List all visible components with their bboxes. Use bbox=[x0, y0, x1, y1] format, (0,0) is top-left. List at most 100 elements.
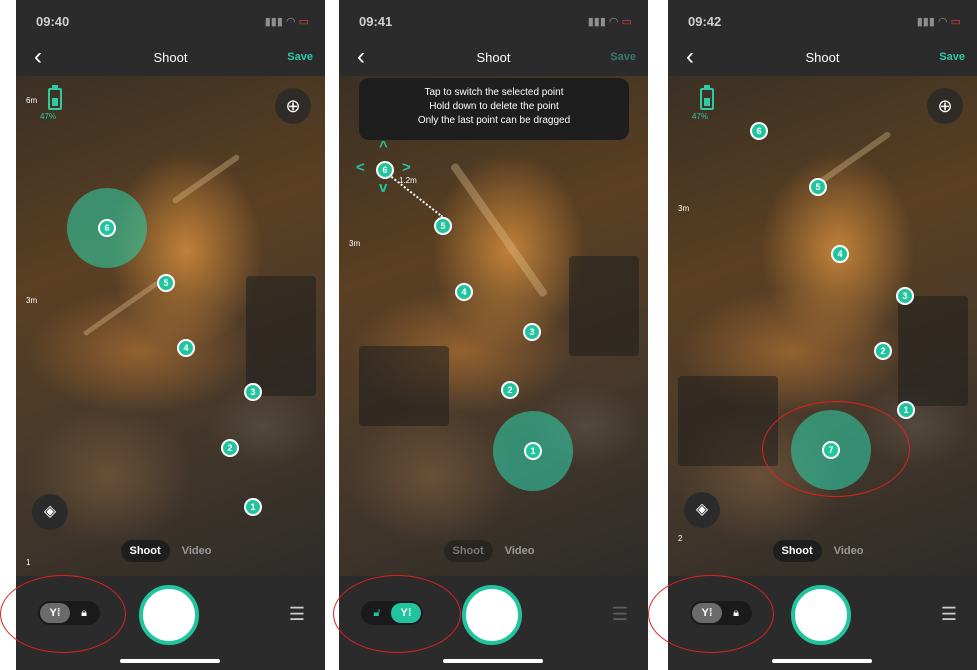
recenter-button[interactable]: ⊕ bbox=[275, 88, 311, 124]
mode-switch: Shoot Video bbox=[339, 540, 648, 562]
layers-button[interactable]: ◈ bbox=[684, 492, 720, 528]
scale-label-mid: 3m bbox=[349, 239, 361, 248]
waypoint-3[interactable]: 3 bbox=[523, 323, 541, 341]
waypoint-2[interactable]: 2 bbox=[221, 439, 239, 457]
page-title: Shoot bbox=[805, 50, 840, 65]
mode-switch: Shoot Video bbox=[16, 540, 325, 562]
map-texture bbox=[569, 256, 639, 356]
map-texture bbox=[898, 296, 968, 406]
mode-switch: Shoot Video bbox=[668, 540, 977, 562]
page-title: Shoot bbox=[153, 50, 188, 65]
recenter-button[interactable]: ⊕ bbox=[927, 88, 963, 124]
battery-low-icon: ▭ bbox=[621, 16, 632, 28]
waypoint-3[interactable]: 3 bbox=[244, 383, 262, 401]
drag-up-icon: ^ bbox=[379, 138, 388, 155]
battery-low-icon: ▭ bbox=[950, 16, 961, 28]
scale-label-mid: 3m bbox=[678, 204, 690, 213]
map-texture bbox=[814, 130, 892, 188]
home-indicator bbox=[120, 659, 220, 663]
point-cloud-map[interactable]: Tap to switch the selected point Hold do… bbox=[339, 76, 648, 576]
annotation-circle bbox=[648, 575, 774, 653]
waypoint-2[interactable]: 2 bbox=[874, 342, 892, 360]
status-time: 09:40 bbox=[36, 14, 70, 29]
map-texture bbox=[359, 346, 449, 426]
status-icons: ▮▮▮ ◠ ▭ bbox=[264, 16, 309, 28]
save-button[interactable]: Save bbox=[610, 51, 636, 63]
status-icons: ▮▮▮ ◠ ▭ bbox=[587, 16, 632, 28]
drone-battery-icon bbox=[48, 85, 62, 110]
crosshair-icon: ⊕ bbox=[937, 96, 953, 116]
waypoint-6[interactable]: 6 bbox=[376, 161, 394, 179]
annotation-circle bbox=[762, 401, 910, 497]
annotation-circle bbox=[0, 575, 126, 653]
tooltip-line: Only the last point can be dragged bbox=[417, 115, 571, 126]
save-button[interactable]: Save bbox=[287, 51, 313, 63]
waypoint-1[interactable]: 1 bbox=[524, 442, 542, 460]
mode-video-tab[interactable]: Video bbox=[173, 540, 221, 562]
scale-label-top: 6m bbox=[26, 96, 38, 105]
status-bar: 09:42 ▮▮▮ ◠ ▭ bbox=[668, 0, 977, 44]
mode-video-tab[interactable]: Video bbox=[496, 540, 544, 562]
mode-video-tab[interactable]: Video bbox=[825, 540, 873, 562]
mode-shoot-tab[interactable]: Shoot bbox=[772, 540, 822, 562]
scale-label-mid: 3m bbox=[26, 296, 38, 305]
phone-screen-2: 09:41 ▮▮▮ ◠ ▭ ‹ Shoot Save Tap to switch… bbox=[339, 0, 648, 670]
tooltip-line: Tap to switch the selected point bbox=[424, 87, 564, 98]
nav-bar: ‹ Shoot Save bbox=[339, 42, 648, 76]
waypoint-6[interactable]: 6 bbox=[750, 122, 768, 140]
map-texture bbox=[449, 162, 549, 298]
annotation-circle bbox=[333, 575, 461, 653]
layers-icon: ◈ bbox=[695, 501, 709, 518]
home-indicator bbox=[772, 659, 872, 663]
page-title: Shoot bbox=[476, 50, 511, 65]
save-button[interactable]: Save bbox=[939, 51, 965, 63]
drag-down-icon: v bbox=[379, 179, 388, 196]
battery-percentage: 47% bbox=[40, 112, 57, 121]
drag-right-icon: > bbox=[402, 159, 411, 176]
settings-button[interactable]: ☰ bbox=[289, 604, 305, 625]
waypoint-4[interactable]: 4 bbox=[455, 283, 473, 301]
shutter-button[interactable] bbox=[791, 585, 851, 645]
status-icons: ▮▮▮ ◠ ▭ bbox=[916, 16, 961, 28]
waypoint-5[interactable]: 5 bbox=[434, 217, 452, 235]
point-cloud-map[interactable]: 47% 6m 3m 1 ⊕ 6 5 4 3 2 1 ◈ Shoot Video bbox=[16, 76, 325, 576]
home-indicator bbox=[443, 659, 543, 663]
phone-screen-1: 09:40 ▮▮▮ ◠ ▭ ‹ Shoot Save 47% 6m 3m 1 ⊕… bbox=[16, 0, 325, 670]
map-texture bbox=[246, 276, 316, 396]
sliders-icon: ☰ bbox=[940, 604, 957, 624]
distance-label: 1.2m bbox=[399, 176, 417, 185]
status-time: 09:42 bbox=[688, 14, 722, 29]
drone-battery-icon bbox=[700, 85, 714, 110]
sliders-icon: ☰ bbox=[288, 604, 305, 624]
layers-button[interactable]: ◈ bbox=[32, 494, 68, 530]
crosshair-icon: ⊕ bbox=[285, 96, 301, 116]
sliders-icon: ☰ bbox=[611, 604, 628, 624]
nav-bar: ‹ Shoot Save bbox=[668, 42, 977, 76]
waypoint-4[interactable]: 4 bbox=[831, 245, 849, 263]
mode-shoot-tab[interactable]: Shoot bbox=[443, 540, 493, 562]
settings-button[interactable]: ☰ bbox=[612, 604, 628, 625]
waypoint-1[interactable]: 1 bbox=[897, 401, 915, 419]
status-bar: 09:41 ▮▮▮ ◠ ▭ bbox=[339, 0, 648, 44]
map-texture bbox=[171, 153, 241, 205]
point-cloud-map[interactable]: 47% 3m 2 ⊕ 6 5 4 3 2 1 7 ◈ Shoot Video bbox=[668, 76, 977, 576]
nav-bar: ‹ Shoot Save bbox=[16, 42, 325, 76]
map-texture bbox=[82, 280, 160, 337]
waypoint-4[interactable]: 4 bbox=[177, 339, 195, 357]
waypoint-5[interactable]: 5 bbox=[809, 178, 827, 196]
mode-shoot-tab[interactable]: Shoot bbox=[120, 540, 170, 562]
waypoint-5[interactable]: 5 bbox=[157, 274, 175, 292]
waypoint-6[interactable]: 6 bbox=[98, 219, 116, 237]
battery-percentage: 47% bbox=[692, 112, 709, 121]
layers-icon: ◈ bbox=[43, 503, 57, 520]
battery-low-icon: ▭ bbox=[298, 16, 309, 28]
drag-left-icon: < bbox=[356, 159, 365, 176]
shutter-button[interactable] bbox=[462, 585, 522, 645]
shutter-button[interactable] bbox=[139, 585, 199, 645]
phone-screen-3: 09:42 ▮▮▮ ◠ ▭ ‹ Shoot Save 47% 3m 2 ⊕ 6 … bbox=[668, 0, 977, 670]
waypoint-2[interactable]: 2 bbox=[501, 381, 519, 399]
waypoint-1[interactable]: 1 bbox=[244, 498, 262, 516]
help-tooltip: Tap to switch the selected point Hold do… bbox=[359, 78, 629, 140]
settings-button[interactable]: ☰ bbox=[941, 604, 957, 625]
waypoint-3[interactable]: 3 bbox=[896, 287, 914, 305]
